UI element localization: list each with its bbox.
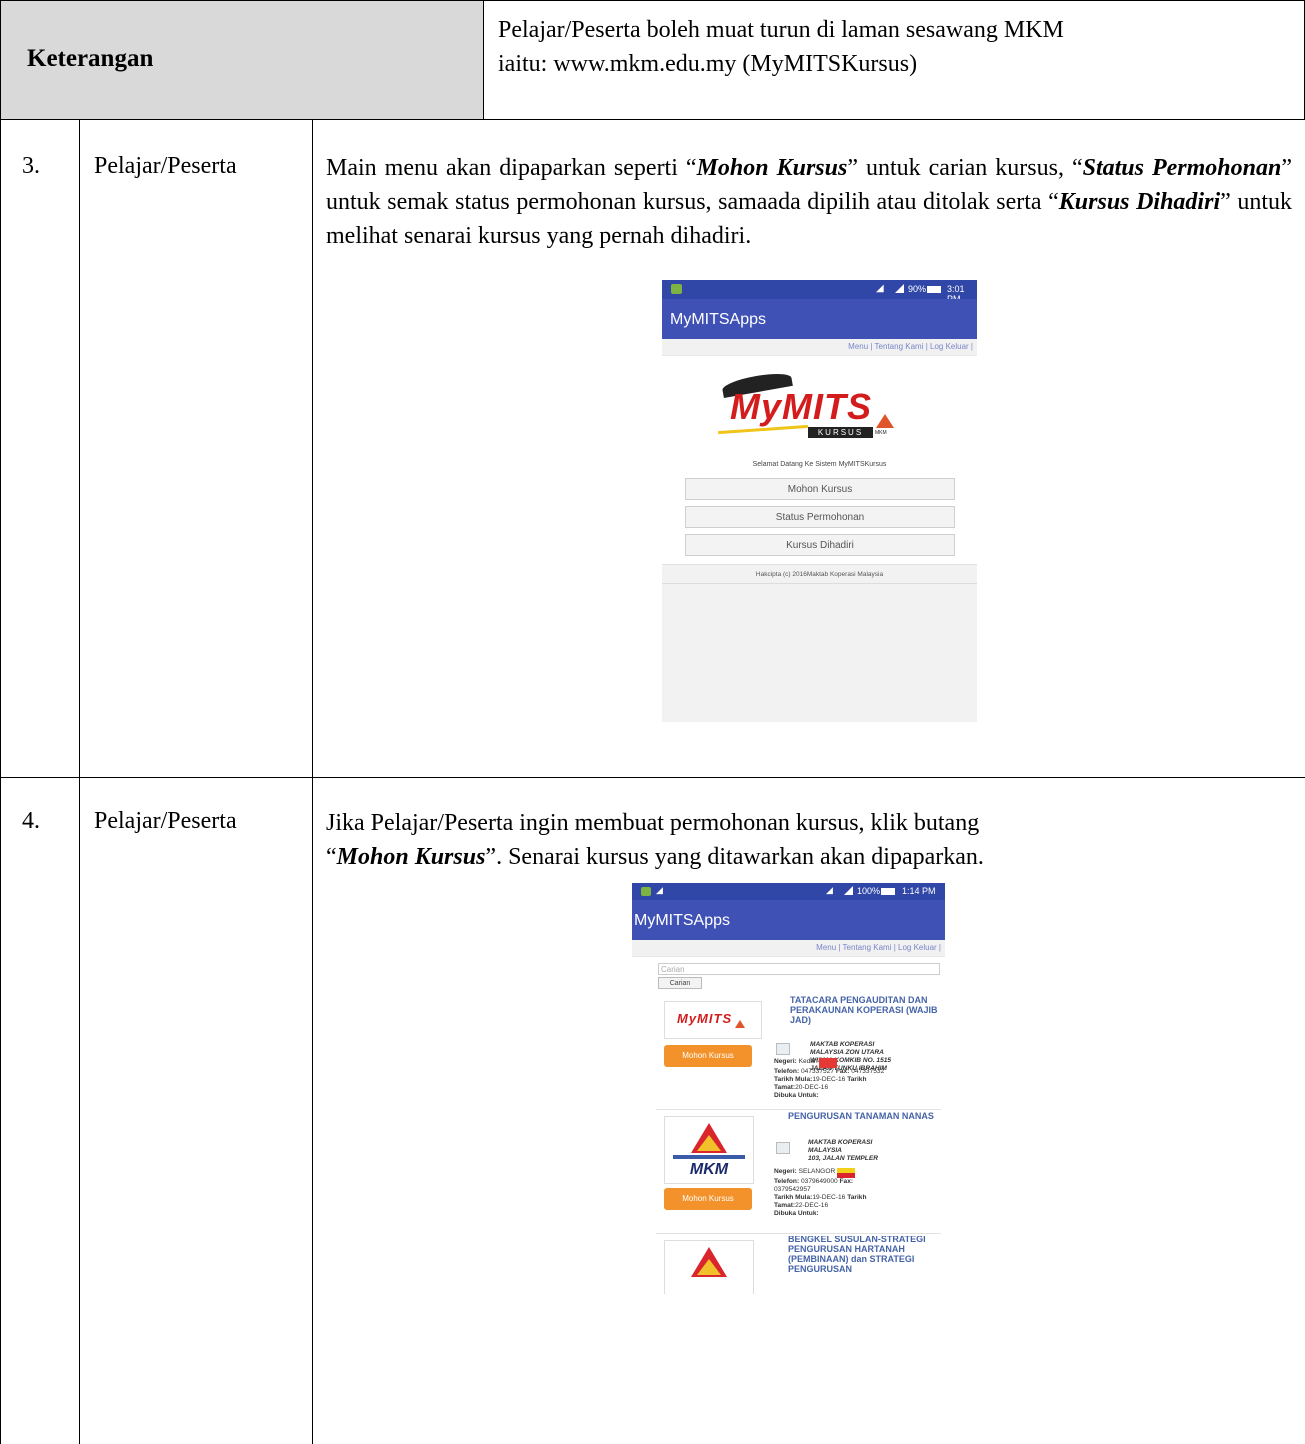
wifi-icon: ◢ (656, 885, 663, 895)
app-notification-icon (671, 284, 682, 294)
search-input[interactable]: Carian (658, 963, 940, 975)
header-label: Keterangan (27, 45, 154, 72)
flag-icon (819, 1058, 838, 1068)
row-role: Pelajar/Peserta (94, 808, 237, 834)
row-description: Main menu akan dipaparkan seperti “Mohon… (326, 155, 1293, 249)
nav-links: Menu | Tentang Kami | Log Keluar | (662, 339, 977, 356)
battery-icon (927, 286, 941, 293)
header-label-cell: Keterangan (0, 0, 484, 120)
app-notification-icon (641, 887, 651, 896)
search-button[interactable]: Carian (658, 977, 702, 989)
header-description-cell: Pelajar/Peserta boleh muat turun di lama… (484, 0, 1305, 120)
course-title: TATACARA PENGAUDITAN DAN PERAKAUNAN KOPE… (790, 995, 938, 1025)
course-item: BENGKEL SUSULAN-STRATEGI PENGURUSAN HART… (656, 1236, 941, 1294)
row-description: Jika Pelajar/Peserta ingin membuat permo… (326, 810, 984, 870)
mymits-logo: MyMITS KURSUS MKM (718, 370, 894, 444)
status-bar: ◢ ◢ 100% 1:14 PM (632, 883, 945, 900)
wifi-icon: ◢ (876, 283, 884, 294)
mohon-kursus-button[interactable]: Mohon Kursus (685, 478, 955, 500)
app-title: MyMITSApps (670, 311, 767, 328)
nav-logout-link[interactable]: Log Keluar | (930, 342, 973, 351)
status-bar: ◢ 90% 3:01 PM (662, 280, 977, 304)
copyright-text: Hakcipta (c) 2016Maktab Koperasi Malaysi… (755, 571, 884, 578)
course-title: BENGKEL SUSULAN-STRATEGI PENGURUSAN HART… (788, 1236, 926, 1274)
nav-links: Menu | Tentang Kami | Log Keluar | (632, 940, 945, 957)
image-placeholder-icon (776, 1043, 790, 1055)
mkm-logo (664, 1240, 754, 1294)
header-description: Pelajar/Peserta boleh muat turun di lama… (498, 17, 1064, 77)
course-item: MKM Mohon Kursus PENGURUSAN TANAMAN NANA… (656, 1111, 941, 1220)
divider (656, 1109, 941, 1110)
nav-about-link[interactable]: Tentang Kami | (843, 943, 896, 952)
row-number: 4. (22, 808, 40, 834)
course-address: MAKTAB KOPERASI MALAYSIA 103, JALAN TEMPLE… (808, 1139, 878, 1162)
nav-logout-link[interactable]: Log Keluar | (898, 943, 941, 952)
mohon-kursus-button[interactable]: Mohon Kursus (664, 1188, 752, 1210)
course-list-continued: Negeri: Kedah Telefon: 047337527 Fax: 04… (656, 1058, 941, 1294)
welcome-text: Selamat Datang Ke Sistem MyMITSKursus (752, 461, 887, 468)
course-details: Negeri: SELANGOR Telefon: 0379649000 Fax… (774, 1168, 867, 1217)
mkm-logo-small (876, 414, 894, 428)
app-bar: MyMITSApps (662, 299, 977, 339)
course-title: PENGURUSAN TANAMAN NANAS (788, 1111, 934, 1121)
app-screenshot-main-menu: ◢ 90% 3:01 PM MyMITSApps Menu | Tentang … (662, 280, 977, 722)
row-role: Pelajar/Peserta (94, 153, 237, 179)
app-bar: MyMITSApps (632, 900, 945, 940)
divider (656, 1233, 941, 1234)
battery-icon (881, 888, 895, 895)
row-divider (0, 777, 1305, 778)
nav-menu-link[interactable]: Menu | (848, 342, 872, 351)
signal-icon (895, 284, 904, 293)
footer-area: Hakcipta (c) 2016Maktab Koperasi Malaysi… (662, 564, 977, 722)
mkm-logo: MKM (664, 1116, 754, 1184)
table-divider-number (79, 120, 80, 1444)
row-number: 3. (22, 153, 40, 179)
course-details: Negeri: Kedah Telefon: 047337527 Fax: 04… (774, 1058, 885, 1099)
app-title: MyMITSApps (634, 912, 731, 929)
status-permohonan-button[interactable]: Status Permohonan (685, 506, 955, 528)
signal-icon (844, 886, 853, 895)
flag-icon (837, 1168, 856, 1178)
mymits-logo: MyMITS (664, 1001, 762, 1039)
nav-about-link[interactable]: Tentang Kami | (875, 342, 928, 351)
table-border-left (0, 120, 1, 1444)
kursus-dihadiri-button[interactable]: Kursus Dihadiri (685, 534, 955, 556)
wifi-icon: ◢ (826, 885, 833, 895)
table-divider-role (312, 120, 313, 1444)
nav-menu-link[interactable]: Menu | (816, 943, 840, 952)
image-placeholder-icon (776, 1142, 790, 1154)
